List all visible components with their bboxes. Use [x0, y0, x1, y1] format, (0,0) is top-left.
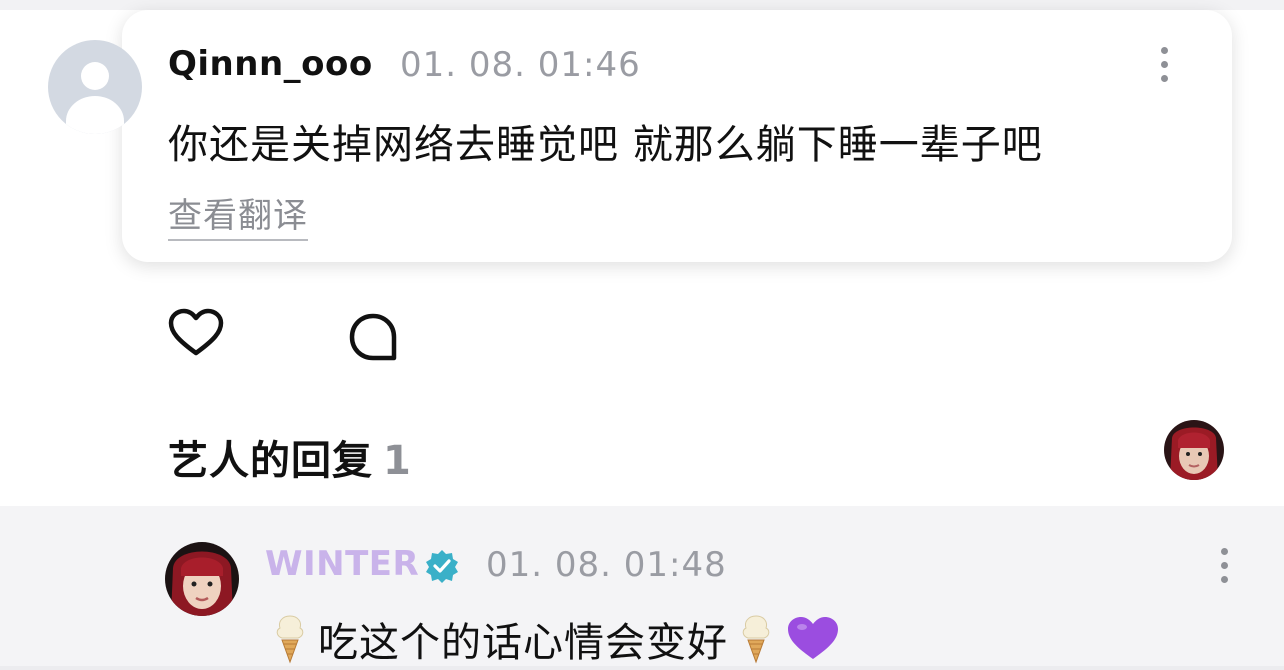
more-vertical-icon[interactable]	[1219, 546, 1229, 586]
ice-cream-icon	[276, 615, 304, 664]
avatar-head-shape	[81, 62, 109, 90]
artist-username[interactable]: WINTER	[265, 544, 419, 584]
commenter-username[interactable]: Qinnn_ooo	[168, 44, 373, 84]
artist-avatar-small[interactable]	[1164, 420, 1224, 480]
reply-text: 吃这个的话心情会变好	[318, 620, 728, 666]
comment-bubble-icon[interactable]	[346, 310, 400, 364]
reply-text-line: 吃这个的话心情会变好	[272, 610, 840, 668]
artist-replies-heading[interactable]: 艺人的回复 1	[168, 428, 412, 486]
avatar-body-shape	[66, 96, 124, 134]
bottom-divider	[0, 666, 1284, 670]
top-strip	[0, 0, 1284, 10]
winter-avatar[interactable]	[165, 542, 239, 616]
ice-cream-icon	[742, 615, 770, 664]
heart-icon[interactable]	[168, 308, 224, 358]
purple-heart-icon	[788, 617, 838, 659]
verified-badge-icon	[426, 550, 458, 583]
more-vertical-icon[interactable]	[1159, 45, 1169, 85]
reply-timestamp: 01. 08. 01:48	[486, 545, 727, 585]
comment-timestamp: 01. 08. 01:46	[400, 45, 641, 85]
comment-text: 你还是关掉网络去睡觉吧 就那么躺下睡一辈子吧	[168, 122, 1043, 168]
commenter-avatar[interactable]	[48, 40, 142, 134]
view-translation-link[interactable]: 查看翻译	[168, 188, 308, 241]
artist-replies-label: 艺人的回复	[168, 438, 373, 484]
artist-replies-count: 1	[383, 438, 412, 484]
